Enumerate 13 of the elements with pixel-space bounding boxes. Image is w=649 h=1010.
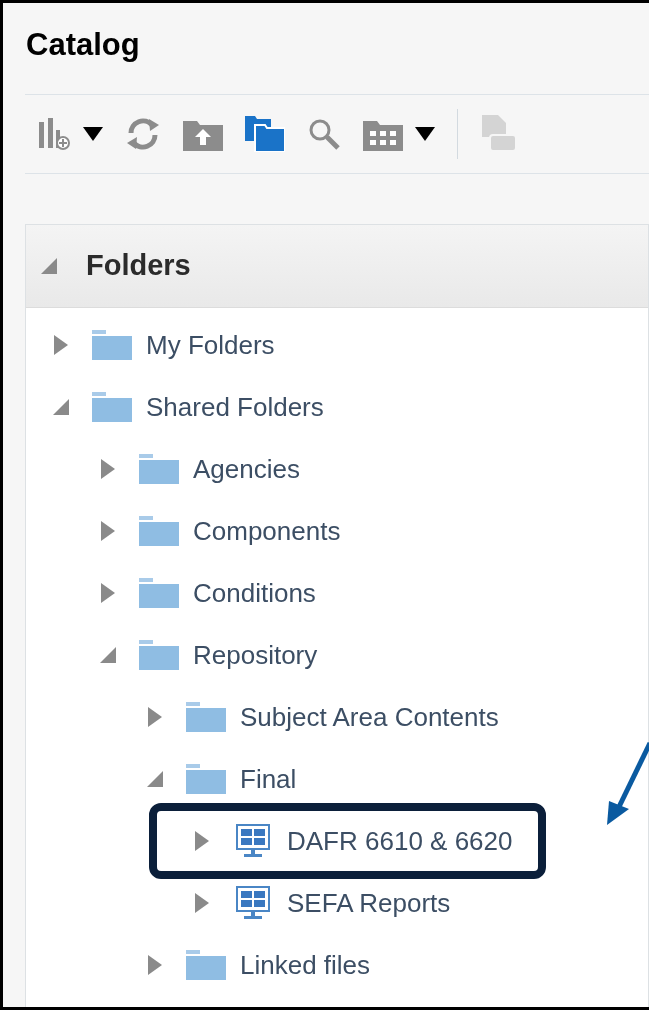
tree-item[interactable]: Components xyxy=(193,511,341,551)
tree-item[interactable]: My Folders xyxy=(146,325,275,365)
tree-item[interactable]: SEFA Reports xyxy=(287,883,451,923)
tree-item[interactable]: Repository xyxy=(193,635,318,675)
tree-item[interactable]: DAFR 6610 & 6620 xyxy=(287,821,513,861)
panel-title: Folders xyxy=(86,248,191,284)
tree-item[interactable]: Shared Folders xyxy=(146,387,324,427)
tree-item[interactable]: Linked files xyxy=(240,945,371,985)
tree-item[interactable]: Final xyxy=(240,759,297,799)
tree-item[interactable]: Agencies xyxy=(193,449,300,489)
page-title: Catalog xyxy=(26,29,140,60)
tree-item[interactable]: Subject Area Contents xyxy=(240,697,499,737)
tree-item[interactable]: Conditions xyxy=(193,573,316,613)
